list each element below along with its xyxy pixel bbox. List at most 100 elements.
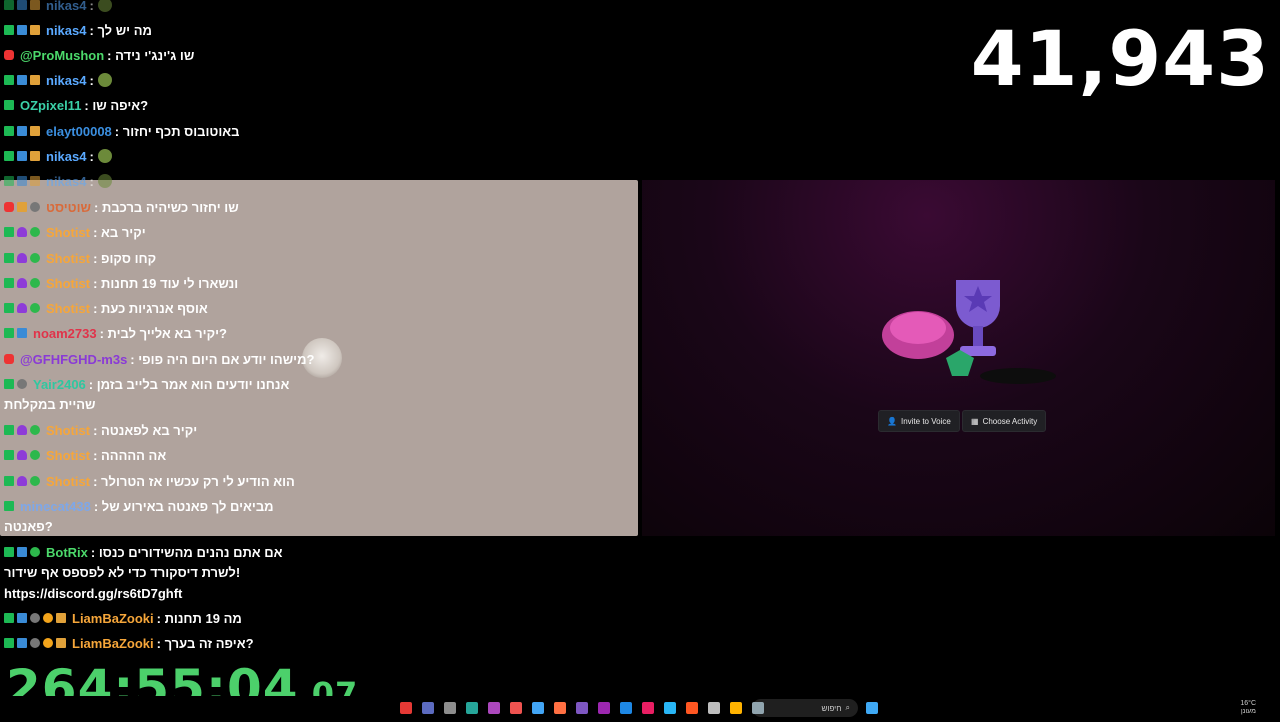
chat-username[interactable]: nikas4 xyxy=(46,149,86,164)
chat-message: nikas4: xyxy=(4,0,112,15)
chat-username[interactable]: LiamBaZooki xyxy=(72,611,154,626)
chat-message-text: : אוסף אנרגיות כעת xyxy=(93,300,208,316)
chat-username[interactable]: nikas4 xyxy=(46,174,86,189)
chat-message: noam2733: יקיר בא אלייך לבית? xyxy=(4,323,227,343)
chat-username[interactable]: nikas4 xyxy=(46,73,86,88)
k-badge-icon xyxy=(4,176,14,186)
blue-badge-icon xyxy=(17,328,27,338)
chat-message: nikas4: xyxy=(4,146,112,166)
chat-message-text: : באוטובוס תכף יחזור xyxy=(114,123,240,139)
invite-to-voice-button[interactable]: 👤 Invite to Voice xyxy=(878,410,960,432)
k-badge-icon xyxy=(4,476,14,486)
purple-badge-icon xyxy=(17,476,27,486)
chat-message: Shotist: יקיר בא xyxy=(4,222,146,242)
trophy-icon xyxy=(882,280,1056,384)
app-blue-icon[interactable] xyxy=(422,702,434,714)
chat-message: OZpixel11: איפה שו? xyxy=(4,95,148,115)
blender-icon[interactable] xyxy=(554,702,566,714)
gold-badge-icon xyxy=(30,25,40,35)
discord-icon[interactable] xyxy=(642,702,654,714)
terminal-icon[interactable] xyxy=(444,702,456,714)
windows-start-icon[interactable] xyxy=(866,702,878,714)
chat-username[interactable]: Shotist xyxy=(46,225,90,240)
k-badge-icon xyxy=(4,151,14,161)
weather-widget[interactable]: 16°C מעונן xyxy=(1240,700,1256,716)
chat-message: Yair2406: אנחנו יודעים הוא אמר בלייב בזמ… xyxy=(4,374,289,394)
chat-username[interactable]: elayt00008 xyxy=(46,124,112,139)
chat-message-text: : קחו סקופ xyxy=(93,250,157,266)
drive-icon[interactable] xyxy=(466,702,478,714)
chat-message-text: : מביאים לך פאנטה באירוע של xyxy=(93,498,274,514)
green-badge-icon xyxy=(30,303,40,313)
gold-badge-icon xyxy=(30,0,40,10)
chat-message: elayt00008: באוטובוס תכף יחזור xyxy=(4,121,239,141)
gold-badge-icon xyxy=(56,613,66,623)
chat-emote-icon xyxy=(97,149,112,163)
choose-activity-button[interactable]: ▦ Choose Activity xyxy=(962,410,1047,432)
green-badge-icon xyxy=(30,278,40,288)
folder-icon[interactable] xyxy=(730,702,742,714)
files-icon[interactable] xyxy=(620,702,632,714)
red-badge-icon xyxy=(4,202,14,212)
chat-username[interactable]: nikas4 xyxy=(46,23,86,38)
chat-message: nikas4: xyxy=(4,171,112,191)
blue-badge-icon xyxy=(17,126,27,136)
purple-badge-icon xyxy=(17,253,27,263)
vpn-icon[interactable] xyxy=(488,702,500,714)
chrome-icon[interactable] xyxy=(510,702,522,714)
chat-username[interactable]: Shotist xyxy=(46,276,90,291)
chat-username[interactable]: BotRix xyxy=(46,545,88,560)
chat-username[interactable]: nikas4 xyxy=(46,0,86,13)
chat-username[interactable]: Shotist xyxy=(46,301,90,316)
taskbar: חיפוש ⌕ 16°C מעונן xyxy=(0,696,1280,720)
green-badge-icon xyxy=(30,253,40,263)
k-badge-icon xyxy=(4,75,14,85)
chat-username[interactable]: Yair2406 xyxy=(33,377,86,392)
grey-badge-icon xyxy=(30,613,40,623)
chat-username[interactable]: Shotist xyxy=(46,423,90,438)
chat-message-text: : הוא הודיע לי רק עכשיו אז הטרולר xyxy=(93,473,295,489)
chat-username[interactable]: @ProMushon xyxy=(20,48,104,63)
chat-username[interactable]: minecat438 xyxy=(20,499,91,514)
after-effects-icon[interactable] xyxy=(576,702,588,714)
chat-message: LiamBaZooki: איפה זה בערך? xyxy=(4,633,254,653)
gold-badge-icon xyxy=(30,126,40,136)
red-badge-icon xyxy=(4,50,14,60)
chat-username[interactable]: Shotist xyxy=(46,251,90,266)
chat-username[interactable]: Shotist xyxy=(46,448,90,463)
chat-link[interactable]: https://discord.gg/rs6tD7ghft xyxy=(4,586,182,601)
chat-username[interactable]: OZpixel11 xyxy=(20,98,81,113)
chat-username[interactable]: noam2733 xyxy=(33,326,97,341)
chat-username[interactable]: Shotist xyxy=(46,474,90,489)
blue-badge-icon xyxy=(17,547,27,557)
k-badge-icon xyxy=(4,425,14,435)
blue-badge-icon xyxy=(17,638,27,648)
calendar-icon[interactable] xyxy=(708,702,720,714)
chat-message: nikas4: xyxy=(4,70,112,90)
chat-message-text: : איפה זה בערך? xyxy=(156,635,254,651)
premiere-icon[interactable] xyxy=(598,702,610,714)
chat-continuation: לשרת דיסקורד כדי לא לפספס אף שידור! xyxy=(4,565,241,580)
purple-badge-icon xyxy=(17,278,27,288)
k-badge-icon xyxy=(4,547,14,557)
chat-message-text: : אה ההההה xyxy=(93,447,167,463)
gold-badge-icon xyxy=(56,638,66,648)
blue-badge-icon xyxy=(17,0,27,10)
cloud-icon[interactable] xyxy=(752,702,764,714)
app-red-icon[interactable] xyxy=(400,702,412,714)
notes-icon[interactable] xyxy=(532,702,544,714)
brave-icon[interactable] xyxy=(686,702,698,714)
chat-username[interactable]: @GFHFGHD-m3s xyxy=(20,352,127,367)
k-badge-icon xyxy=(4,613,14,623)
chat-continuation: פאנטה? xyxy=(4,519,53,534)
person-add-icon: 👤 xyxy=(887,416,897,426)
taskbar-search[interactable]: חיפוש ⌕ xyxy=(752,699,858,717)
steam-icon[interactable] xyxy=(664,702,676,714)
chat-message: Shotist: אוסף אנרגיות כעת xyxy=(4,298,208,318)
discord-activity-panel: 👤 Invite to Voice ▦ Choose Activity xyxy=(642,180,1275,536)
chat-message: Shotist: ונשארו לי עוד 19 תחנות xyxy=(4,273,238,293)
chat-username[interactable]: LiamBaZooki xyxy=(72,636,154,651)
chat-message: Shotist: הוא הודיע לי רק עכשיו אז הטרולר xyxy=(4,471,295,491)
k-badge-icon xyxy=(4,126,14,136)
chat-username[interactable]: שוטיסט xyxy=(46,200,91,215)
